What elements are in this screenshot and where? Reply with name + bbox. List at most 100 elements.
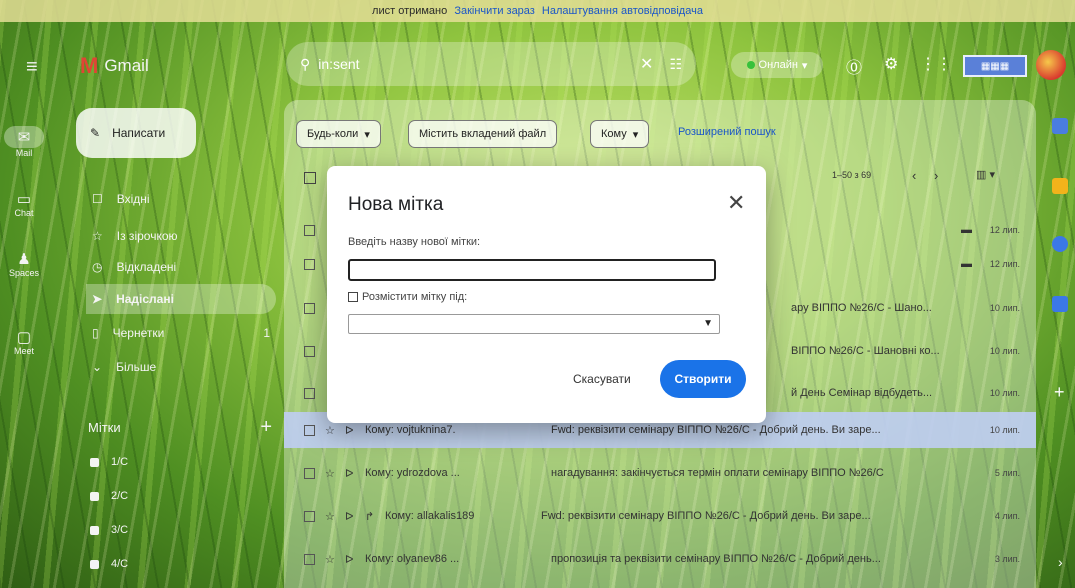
sidebar-item-label: Більше [116,360,157,374]
row-checkbox[interactable] [304,224,315,236]
row-checkbox[interactable] [304,553,315,565]
label-item[interactable]: 4/С [90,558,128,570]
chevron-right-icon[interactable]: › [1058,554,1063,570]
calendar-icon[interactable] [1052,118,1068,134]
important-marker-icon[interactable]: ᐅ [345,553,359,566]
parent-label-select[interactable]: ▼ [348,314,720,334]
cancel-button[interactable]: Скасувати [573,372,631,386]
rail-spaces[interactable]: ♟ Spaces [4,250,44,278]
row-checkbox[interactable] [304,345,315,357]
filter-has-attachment[interactable]: Містить вкладений файл [408,120,558,148]
organization-logo[interactable]: ▦▦▦ [963,55,1027,77]
important-marker-icon[interactable]: ᐅ [345,510,359,523]
help-icon[interactable]: ⓪ [846,54,862,78]
star-icon[interactable]: ☆ [325,553,339,566]
online-status-dot [746,61,755,69]
label-name-input[interactable] [348,259,716,281]
search-options-icon[interactable]: ☷ [669,56,682,73]
filter-to-label: Кому [601,128,627,140]
pencil-icon: ✎ [90,126,101,140]
label-item[interactable]: 2/С [90,490,128,502]
search-icon[interactable]: ⚲ [300,56,310,73]
important-marker-icon[interactable]: ᐅ [345,467,359,480]
chevron-right-icon[interactable]: › [934,168,938,183]
sidebar-item-label: Із зірочкою [116,229,178,243]
sidebar-item-inbox[interactable]: ☐ Вхідні [86,184,276,214]
filter-any-time[interactable]: Будь-коли ▾ [296,120,381,148]
row-time: 3 лип. [994,554,1020,564]
rail-chat[interactable]: ▭ Chat [4,190,44,218]
main-menu-icon[interactable]: ≡ [26,56,38,79]
row-time: 10 лип. [989,346,1020,356]
label-item[interactable]: 1/С [90,456,128,468]
sidebar-item-label: Чернетки [112,326,165,340]
sidebar-item-drafts[interactable]: ▯ Чернетки 1 [86,318,276,348]
star-icon[interactable]: ☆ [325,510,339,523]
contacts-icon[interactable] [1052,296,1068,312]
create-button[interactable]: Створити [660,360,746,398]
close-icon[interactable]: ✕ [727,190,745,216]
row-checkbox[interactable] [304,302,315,314]
status-selector[interactable]: Онлайн ▾ [731,52,823,78]
row-time: 10 лип. [989,303,1020,313]
table-row[interactable]: ☆ ᐅ Кому: olyanev86 ... пропозиція та ре… [284,541,1036,577]
finish-now-link[interactable]: Закінчити зараз [454,5,535,17]
apps-grid-icon[interactable]: ⋮⋮ [920,54,952,74]
row-recipient: Кому: olyanev86 ... [365,553,460,565]
table-row[interactable]: ☆ ᐅ ↱ Кому: allakalis189 Fwd: реквізити … [284,498,1036,534]
nest-label-option[interactable]: Розмістити мітку під: [348,291,467,303]
sidebar-item-snoozed[interactable]: ◷ Відкладені [86,252,276,282]
spaces-icon: ♟ [17,251,31,268]
advanced-search-link[interactable]: Розширений пошук [678,126,776,138]
row-checkbox[interactable] [304,467,315,479]
compose-button[interactable]: ✎ Написати [76,108,196,158]
filter-to[interactable]: Кому ▾ [590,120,650,148]
row-time: 4 лип. [994,511,1020,521]
select-all-checkbox[interactable] [304,172,316,184]
row-checkbox[interactable] [304,510,315,522]
sidebar-item-starred[interactable]: ☆ Із зірочкою [86,221,276,251]
rail-mail[interactable]: ✉ Mail [4,126,44,158]
gear-icon[interactable]: ⚙ [884,54,898,74]
chat-bubble-icon: ▬ [961,258,972,270]
search-bar[interactable]: ⚲ in:sent ✕ ☷ [286,42,696,86]
filter-any-time-label: Будь-коли [307,128,359,140]
autoreply-settings-link[interactable]: Налаштування автовідповідача [542,5,703,17]
row-checkbox[interactable] [304,387,315,399]
chevron-down-icon: ▾ [632,128,639,141]
label-icon [90,559,99,569]
add-label-icon[interactable]: + [260,416,272,439]
row-recipient: Кому: allakalis189 [385,510,475,522]
table-row[interactable]: ☆ ᐅ Кому: ydrozdova ... нагадування: зак… [284,455,1036,491]
row-checkbox[interactable] [304,258,315,270]
keep-icon[interactable] [1052,178,1068,194]
label-icon [90,457,99,467]
row-checkbox[interactable] [304,424,315,436]
star-icon[interactable]: ☆ [325,467,339,480]
label-item[interactable]: 3/С [90,524,128,536]
rail-meet[interactable]: ▢ Meet [4,328,44,356]
gmail-logo[interactable]: M Gmail [80,53,149,79]
star-icon[interactable]: ☆ [325,424,339,437]
nest-label-checkbox[interactable] [348,292,358,302]
sidebar-item-more[interactable]: ⌄ Більше [86,352,276,382]
chat-bubble-icon: ▬ [961,224,972,236]
clear-search-icon[interactable]: ✕ [640,54,653,74]
row-time: 10 лип. [989,388,1020,398]
chevron-left-icon[interactable]: ‹ [912,168,916,183]
labels-title: Мітки [88,420,121,435]
send-icon: ➤ [92,292,103,306]
clock-icon: ◷ [92,260,103,274]
chevron-down-icon: ▾ [801,59,808,72]
account-avatar[interactable] [1036,50,1066,80]
chevron-down-icon: ▾ [364,128,370,141]
search-input[interactable]: in:sent [318,56,640,72]
sidebar-item-sent[interactable]: ➤ Надіслані [86,284,276,314]
tasks-icon[interactable] [1052,236,1068,252]
add-addon-icon[interactable]: + [1054,382,1065,403]
density-settings-icon[interactable]: ▥ ▾ [976,168,995,181]
new-label-dialog: Нова мітка ✕ Введіть назву нової мітки: … [327,166,766,423]
row-recipient: Кому: vojtuknina7. [365,424,456,436]
row-subject: ару ВІППО №26/С - Шано... [791,302,932,314]
important-marker-icon[interactable]: ᐅ [345,424,359,437]
